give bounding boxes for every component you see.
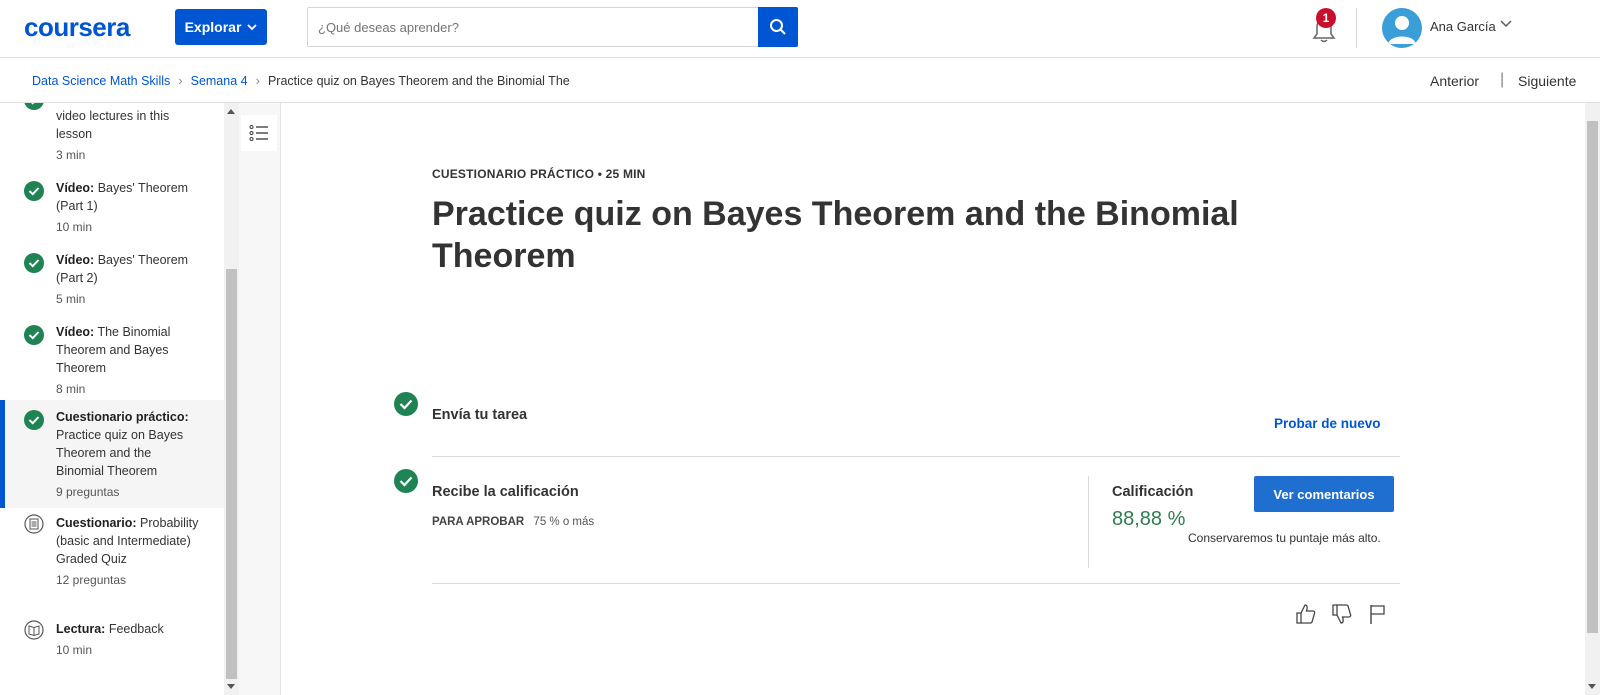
outline-toggle-column <box>239 103 281 695</box>
item-kicker: CUESTIONARIO PRÁCTICO • 25 MIN <box>432 167 646 181</box>
grade-value: 88,88 % <box>1112 508 1186 530</box>
completed-check-icon <box>394 392 418 416</box>
sidebar-item-type: Cuestionario: <box>56 516 137 530</box>
search-button[interactable] <box>758 7 798 47</box>
sidebar-item-type: Cuestionario práctico: <box>56 410 189 424</box>
outline-toggle-button[interactable] <box>241 115 277 151</box>
sidebar-item-notes[interactable]: Lectura: Notes about the video lectures … <box>0 103 224 162</box>
sidebar-item-practice-quiz[interactable]: Cuestionario práctico: Practice quiz on … <box>0 400 224 508</box>
flag-icon[interactable] <box>1367 603 1389 625</box>
sidebar-item-meta: 9 preguntas <box>56 485 120 499</box>
breadcrumb-course[interactable]: Data Science Math Skills <box>32 74 170 88</box>
view-feedback-button[interactable]: Ver comentarios <box>1254 476 1394 512</box>
completed-check-icon <box>24 181 44 201</box>
completed-check-icon <box>24 103 44 110</box>
list-icon <box>249 125 268 141</box>
completed-check-icon <box>24 253 44 273</box>
page-scrollbar[interactable] <box>1585 103 1600 695</box>
search-bar <box>307 7 798 47</box>
sidebar-item-type: Vídeo: <box>56 325 95 339</box>
scroll-down-icon[interactable] <box>1588 684 1596 689</box>
sidebar-item-type: Lectura: <box>56 622 106 636</box>
search-input[interactable] <box>308 8 758 46</box>
breadcrumb-current: Practice quiz on Bayes Theorem and the B… <box>267 73 570 88</box>
chevron-right-icon: › <box>255 73 260 88</box>
user-icon <box>1388 16 1416 44</box>
highest-score-note: Conservaremos tu puntaje más alto. <box>1188 531 1381 545</box>
feedback-actions <box>1295 603 1389 625</box>
passing-label: PARA APROBAR <box>432 516 525 528</box>
sidebar-item-meta: 10 min <box>56 220 93 234</box>
retry-link[interactable]: Probar de nuevo <box>1274 416 1381 431</box>
chevron-right-icon: › <box>178 73 183 88</box>
sidebar-item-feedback[interactable]: Lectura: Feedback 10 min <box>0 620 224 668</box>
quiz-icon <box>24 514 44 534</box>
sidebar-item-meta: 3 min <box>56 148 86 162</box>
reading-icon <box>24 620 44 640</box>
sidebar-item-graded-quiz[interactable]: Cuestionario: Probability (basic and Int… <box>0 514 224 610</box>
sidebar-item-meta: 5 min <box>56 292 86 306</box>
user-name[interactable]: Ana García <box>1430 19 1496 34</box>
sidebar-item-type: Lectura: <box>56 103 105 105</box>
chevron-down-icon[interactable] <box>1500 20 1512 28</box>
scroll-up-icon[interactable] <box>227 109 235 114</box>
passing-requirement: PARA APROBAR 75 % o más <box>432 516 594 528</box>
scrollbar-thumb[interactable] <box>1587 121 1598 633</box>
explore-label: Explorar <box>184 19 242 35</box>
sidebar-item-meta: 8 min <box>56 382 86 396</box>
completed-check-icon <box>394 469 418 493</box>
chevron-down-icon <box>247 23 258 30</box>
sidebar-item-bayes-1[interactable]: Vídeo: Bayes' Theorem (Part 1) 10 min <box>0 179 224 245</box>
thumbs-up-icon[interactable] <box>1295 603 1317 625</box>
passing-value: 75 % o más <box>533 516 595 528</box>
sidebar-item-binomial[interactable]: Vídeo: The Binomial Theorem and Bayes Th… <box>0 323 224 407</box>
scroll-down-icon[interactable] <box>227 684 235 689</box>
sidebar-scrollbar[interactable] <box>224 103 239 695</box>
sidebar-item-title: Feedback <box>108 622 164 636</box>
sidebar-item-type: Vídeo: <box>56 181 95 195</box>
course-sidebar: Lectura: Notes about the video lectures … <box>0 103 224 695</box>
completed-check-icon <box>24 325 44 345</box>
grade-step-label: Recibe la calificación <box>432 484 579 500</box>
divider <box>432 583 1400 584</box>
coursera-logo[interactable]: coursera <box>24 12 130 43</box>
header-divider <box>1356 8 1357 48</box>
search-icon <box>770 19 786 35</box>
nav-separator: | <box>1500 71 1505 88</box>
page-title: Practice quiz on Bayes Theorem and the B… <box>432 195 1239 275</box>
sidebar-item-title: Practice quiz on Bayes Theorem and the B… <box>56 428 184 478</box>
thumbs-down-icon[interactable] <box>1331 603 1353 625</box>
avatar[interactable] <box>1382 8 1422 48</box>
previous-link[interactable]: Anterior <box>1430 73 1479 89</box>
notification-count-badge: 1 <box>1316 8 1336 28</box>
sidebar-item-meta: 10 min <box>56 643 93 657</box>
breadcrumb: Data Science Math Skills › Semana 4 › Pr… <box>32 73 570 88</box>
breadcrumb-week[interactable]: Semana 4 <box>191 74 248 88</box>
next-link[interactable]: Siguiente <box>1518 73 1576 89</box>
sidebar-item-title: Notes about the video lectures in this l… <box>56 103 197 141</box>
main-content: CUESTIONARIO PRÁCTICO • 25 MIN Practice … <box>282 103 1582 695</box>
sidebar-item-meta: 12 preguntas <box>56 573 127 587</box>
explore-button[interactable]: Explorar <box>175 9 267 45</box>
breadcrumb-bar: Data Science Math Skills › Semana 4 › Pr… <box>0 58 1600 103</box>
scrollbar-thumb[interactable] <box>226 269 237 679</box>
completed-check-icon <box>24 410 44 430</box>
sidebar-item-type: Vídeo: <box>56 253 95 267</box>
divider <box>432 456 1400 457</box>
sidebar-item-bayes-2[interactable]: Vídeo: Bayes' Theorem (Part 2) 5 min <box>0 251 224 317</box>
grade-label: Calificación <box>1112 484 1194 500</box>
vertical-divider <box>1088 476 1089 568</box>
top-header: coursera Explorar 1 Ana García <box>0 0 1600 58</box>
submit-step-label: Envía tu tarea <box>432 407 528 423</box>
